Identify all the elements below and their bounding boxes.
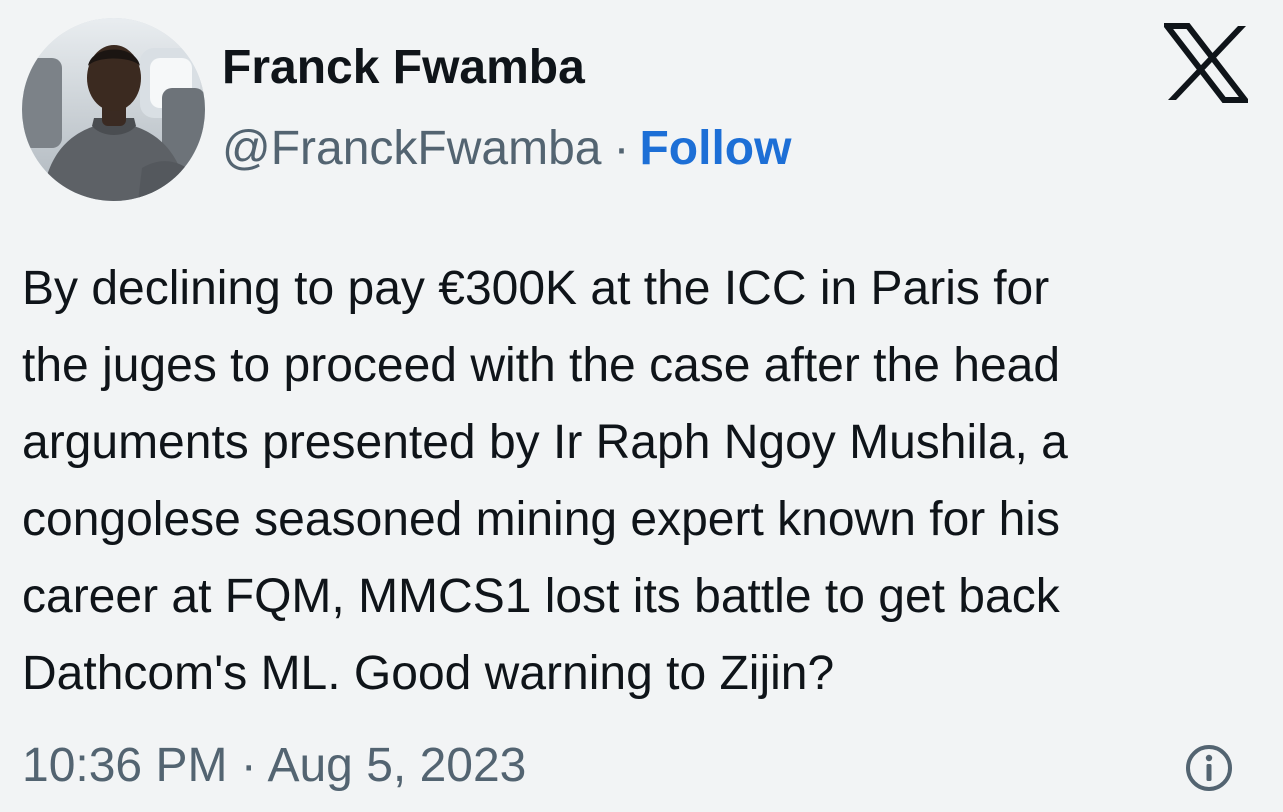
- author-avatar[interactable]: [22, 18, 205, 201]
- author-meta-row: @FranckFwamba · Follow: [222, 121, 791, 177]
- info-circle-glyph: [1186, 745, 1232, 791]
- x-logo-icon[interactable]: [1160, 23, 1252, 103]
- tweet-body-text: By declining to pay €300K at the ICC in …: [22, 262, 1068, 700]
- separator-dot: ·: [613, 122, 630, 175]
- author-display-name[interactable]: Franck Fwamba: [222, 40, 585, 96]
- x-logo-glyph: [1160, 23, 1252, 103]
- follow-button[interactable]: Follow: [639, 122, 791, 175]
- avatar-photo-icon: [22, 18, 205, 201]
- tweet-card: Franck Fwamba @FranckFwamba · Follow By de…: [0, 0, 1283, 812]
- author-handle[interactable]: @FranckFwamba: [222, 122, 601, 175]
- tweet-timestamp[interactable]: 10:36 PM · Aug 5, 2023: [22, 736, 526, 796]
- info-icon[interactable]: [1184, 743, 1234, 793]
